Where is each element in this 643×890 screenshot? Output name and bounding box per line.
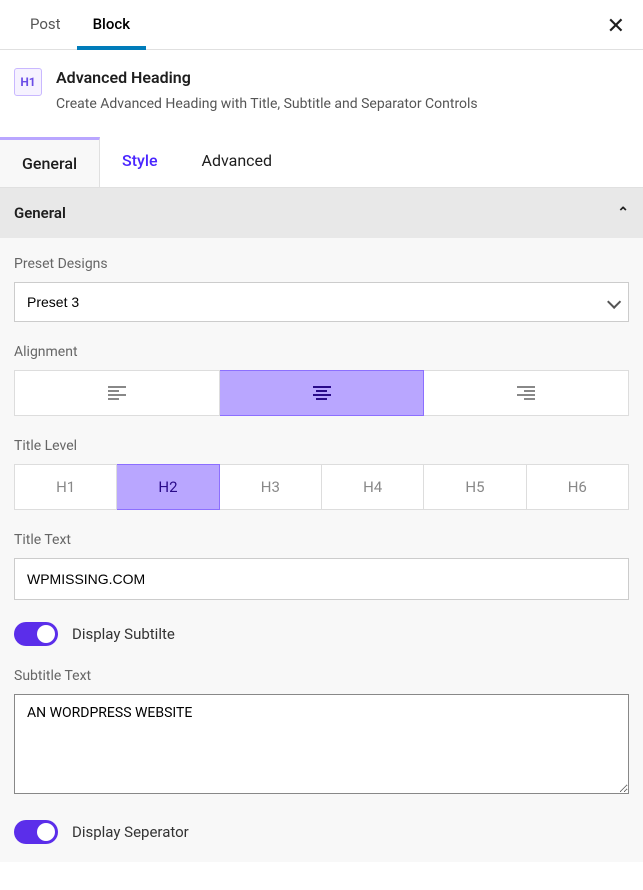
title-level-group: H1 H2 H3 H4 H5 H6: [14, 464, 629, 510]
align-center-button[interactable]: [220, 370, 425, 416]
h5-button[interactable]: H5: [424, 464, 526, 510]
block-title: Advanced Heading: [56, 68, 478, 87]
section-general-body: Preset Designs Preset 3 Alignment Title …: [0, 238, 643, 862]
h1-button[interactable]: H1: [14, 464, 117, 510]
display-separator-label: Display Seperator: [72, 823, 189, 841]
section-general-header[interactable]: General ⌃: [0, 188, 643, 238]
preset-select-wrap: Preset 3: [14, 282, 629, 322]
close-icon[interactable]: ✕: [607, 13, 625, 39]
align-left-button[interactable]: [14, 370, 220, 416]
align-left-icon: [108, 386, 126, 400]
block-description: Create Advanced Heading with Title, Subt…: [56, 95, 478, 115]
align-right-button[interactable]: [424, 370, 629, 416]
tab-block[interactable]: Block: [77, 0, 146, 50]
display-subtitle-label: Display Subtilte: [72, 625, 175, 643]
display-subtitle-toggle[interactable]: [14, 622, 58, 646]
preset-select[interactable]: Preset 3: [14, 282, 629, 322]
title-text-label: Title Text: [14, 532, 629, 548]
display-separator-toggle[interactable]: [14, 820, 58, 844]
subtab-advanced[interactable]: Advanced: [180, 137, 295, 187]
title-text-input[interactable]: [14, 558, 629, 600]
align-center-icon: [313, 386, 331, 400]
alignment-label: Alignment: [14, 344, 629, 360]
chevron-up-icon: ⌃: [617, 205, 629, 221]
block-header-text: Advanced Heading Create Advanced Heading…: [56, 68, 478, 115]
top-tabs: Post Block ✕: [0, 0, 643, 50]
subtab-general[interactable]: General: [0, 137, 100, 187]
subtitle-text-input[interactable]: [14, 694, 629, 794]
sub-tabs: General Style Advanced: [0, 137, 643, 188]
preset-label: Preset Designs: [14, 256, 629, 272]
section-title: General: [14, 204, 66, 222]
tab-post[interactable]: Post: [14, 0, 77, 49]
subtab-style[interactable]: Style: [100, 137, 180, 187]
h2-button[interactable]: H2: [117, 464, 219, 510]
h4-button[interactable]: H4: [322, 464, 424, 510]
h6-button[interactable]: H6: [527, 464, 629, 510]
block-settings-panel: Post Block ✕ H1 Advanced Heading Create …: [0, 0, 643, 862]
alignment-group: [14, 370, 629, 416]
display-subtitle-row: Display Subtilte: [14, 622, 629, 646]
subtitle-text-label: Subtitle Text: [14, 668, 629, 684]
display-separator-row: Display Seperator: [14, 820, 629, 844]
block-header: H1 Advanced Heading Create Advanced Head…: [0, 50, 643, 137]
align-right-icon: [517, 386, 535, 400]
heading-icon: H1: [14, 68, 42, 96]
h3-button[interactable]: H3: [220, 464, 322, 510]
title-level-label: Title Level: [14, 438, 629, 454]
